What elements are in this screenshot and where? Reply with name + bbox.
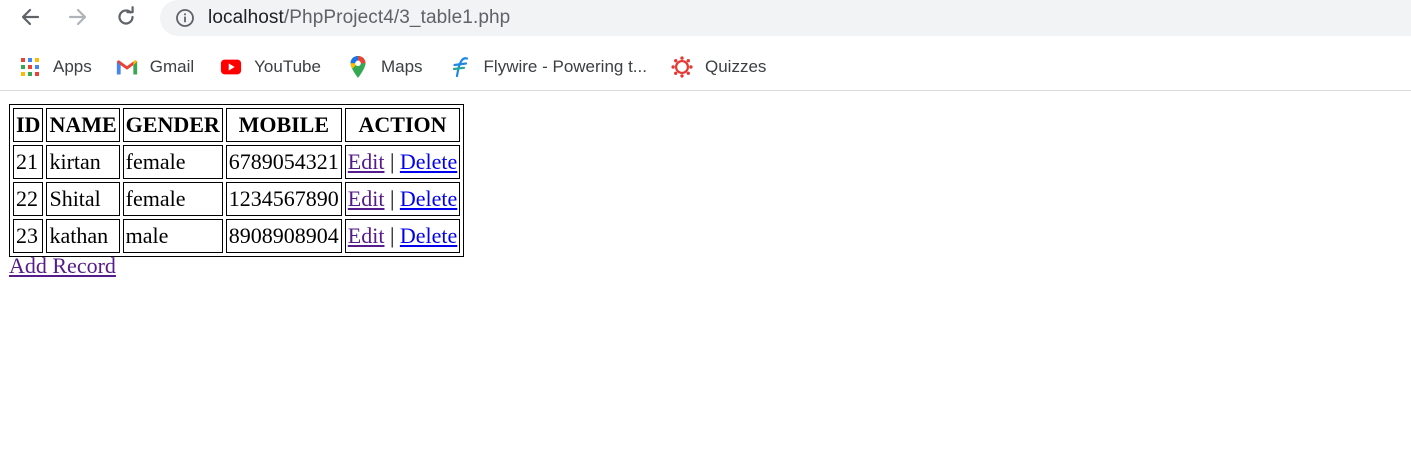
bookmark-youtube[interactable]: YouTube <box>212 52 329 82</box>
bookmark-label: Gmail <box>149 57 195 76</box>
bookmark-label: YouTube <box>254 57 321 76</box>
back-button[interactable] <box>13 0 47 34</box>
edit-link[interactable]: Edit <box>348 186 385 211</box>
bookmark-label: Quizzes <box>704 57 767 76</box>
header-gender: GENDER <box>122 108 223 142</box>
cell-id: 21 <box>13 145 44 179</box>
delete-link[interactable]: Delete <box>400 149 457 174</box>
cell-action: Edit | Delete <box>344 219 461 253</box>
cell-action: Edit | Delete <box>344 145 461 179</box>
add-record-link[interactable]: Add Record <box>9 253 116 279</box>
back-arrow-icon <box>21 8 40 26</box>
cell-gender: female <box>122 182 223 216</box>
site-info-icon[interactable] <box>176 9 194 27</box>
action-separator: | <box>389 223 395 248</box>
maps-pin-icon <box>347 56 369 78</box>
table-row: 21 kirtan female 6789054321 Edit | Delet… <box>13 145 461 179</box>
page-content: ID NAME GENDER MOBILE ACTION 21 kirtan f… <box>0 92 1411 463</box>
gmail-icon <box>116 56 138 78</box>
cell-name: kathan <box>46 219 120 253</box>
forward-button[interactable] <box>61 0 95 34</box>
bookmark-gmail[interactable]: Gmail <box>108 52 202 82</box>
edit-link[interactable]: Edit <box>348 223 385 248</box>
bookmark-flywire[interactable]: Flywire - Powering t... <box>442 52 655 82</box>
header-action: ACTION <box>344 108 461 142</box>
bookmark-maps[interactable]: Maps <box>339 52 431 82</box>
action-separator: | <box>389 149 395 174</box>
bookmark-label: Apps <box>53 57 92 76</box>
cell-id: 22 <box>13 182 44 216</box>
flywire-icon <box>450 56 472 78</box>
bookmark-apps[interactable]: Apps <box>11 52 100 82</box>
cell-name: kirtan <box>46 145 120 179</box>
edit-link[interactable]: Edit <box>348 149 385 174</box>
forward-arrow-icon <box>68 8 87 26</box>
cell-gender: female <box>122 145 223 179</box>
apps-grid-icon <box>19 56 41 78</box>
table-row: 23 kathan male 8908908904 Edit | Delete <box>13 219 461 253</box>
url-path: /PhpProject4/3_table1.php <box>283 7 511 28</box>
header-id: ID <box>13 108 44 142</box>
bookmark-label: Maps <box>380 57 423 76</box>
cell-mobile: 6789054321 <box>225 145 342 179</box>
records-table: ID NAME GENDER MOBILE ACTION 21 kirtan f… <box>9 104 465 257</box>
cell-gender: male <box>122 219 223 253</box>
quizzes-icon <box>671 56 693 78</box>
url-host: localhost <box>208 7 284 28</box>
browser-toolbar: localhost/PhpProject4/3_table1.php <box>0 0 1411 36</box>
bookmarks-bar: Apps Gmail YouTube Maps Flywire - Poweri… <box>0 44 1411 91</box>
header-mobile: MOBILE <box>225 108 342 142</box>
delete-link[interactable]: Delete <box>400 186 457 211</box>
address-bar[interactable]: localhost/PhpProject4/3_table1.php <box>160 0 1411 36</box>
delete-link[interactable]: Delete <box>400 223 457 248</box>
url-text[interactable]: localhost/PhpProject4/3_table1.php <box>208 7 510 29</box>
header-name: NAME <box>46 108 120 142</box>
cell-action: Edit | Delete <box>344 182 461 216</box>
reload-button[interactable] <box>109 0 143 34</box>
cell-name: Shital <box>46 182 120 216</box>
action-separator: | <box>389 186 395 211</box>
cell-mobile: 1234567890 <box>225 182 342 216</box>
table-header-row: ID NAME GENDER MOBILE ACTION <box>13 108 461 142</box>
bookmark-quizzes[interactable]: Quizzes <box>663 52 774 82</box>
reload-icon <box>118 6 134 25</box>
youtube-icon <box>220 56 242 78</box>
bookmark-label: Flywire - Powering t... <box>483 57 647 76</box>
cell-mobile: 8908908904 <box>225 219 342 253</box>
table-row: 22 Shital female 1234567890 Edit | Delet… <box>13 182 461 216</box>
cell-id: 23 <box>13 219 44 253</box>
